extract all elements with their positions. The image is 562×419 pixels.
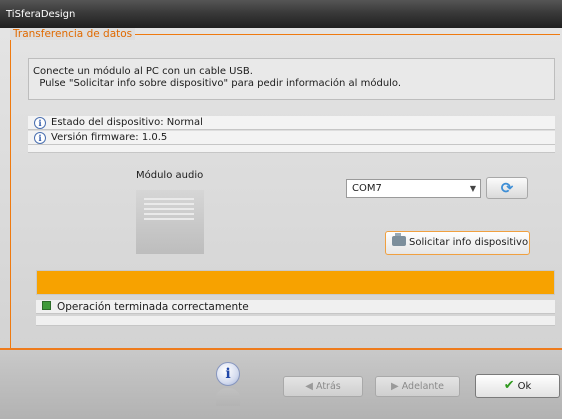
- status-row-empty: [36, 316, 555, 326]
- next-button[interactable]: ▶ Adelante: [375, 376, 460, 397]
- instructions-box: Conecte un módulo al PC con un cable USB…: [28, 58, 555, 100]
- refresh-icon: ⟳: [500, 179, 514, 197]
- instruction-line-2: Pulse "Solicitar info sobre dispositivo"…: [33, 78, 402, 89]
- info-icon: i: [34, 117, 46, 129]
- chevron-down-icon[interactable]: ▼: [470, 180, 476, 197]
- device-label: Módulo audio: [136, 170, 204, 181]
- status-ok-icon: [42, 301, 51, 310]
- help-button-reflection: [216, 388, 240, 406]
- ok-button[interactable]: ✔ Ok: [475, 374, 560, 398]
- help-info-button[interactable]: i: [216, 362, 240, 386]
- back-button-label: Atrás: [315, 381, 341, 392]
- firmware-text: Versión firmware: 1.0.5: [51, 132, 168, 143]
- arrow-right-icon: ▶: [391, 381, 399, 392]
- device-state-row: i Estado del dispositivo: Normal: [28, 116, 555, 130]
- bottom-toolbar: i ◀ Atrás ▶ Adelante ✔ Ok: [0, 348, 562, 419]
- device-state-text: Estado del dispositivo: Normal: [51, 117, 203, 128]
- request-device-info-button[interactable]: Solicitar info dispositivo: [385, 231, 530, 255]
- next-button-label: Adelante: [401, 381, 444, 392]
- back-button[interactable]: ◀ Atrás: [283, 376, 363, 397]
- device-icon: [392, 233, 406, 246]
- refresh-ports-button[interactable]: ⟳: [486, 177, 528, 199]
- status-text: Operación terminada correctamente: [57, 301, 249, 313]
- window-title: TiSferaDesign: [6, 9, 76, 20]
- title-bar: TiSferaDesign: [0, 0, 562, 28]
- firmware-row: i Versión firmware: 1.0.5: [28, 131, 555, 145]
- checkmark-icon: ✔: [503, 378, 515, 393]
- progress-fill: [37, 271, 554, 294]
- progress-bar: [36, 270, 555, 295]
- com-port-value: COM7: [352, 183, 382, 194]
- ok-button-label: Ok: [517, 381, 532, 392]
- info-row-empty: [28, 145, 555, 153]
- com-port-select[interactable]: COM7 ▼: [346, 179, 481, 198]
- request-device-info-label: Solicitar info dispositivo: [409, 237, 529, 248]
- arrow-left-icon: ◀: [305, 381, 313, 392]
- info-icon: i: [34, 132, 46, 144]
- group-title: Transferencia de datos: [10, 28, 136, 40]
- instruction-line-1: Conecte un módulo al PC con un cable USB…: [33, 66, 253, 77]
- status-row: Operación terminada correctamente: [36, 300, 555, 314]
- audio-module-image: [136, 190, 204, 254]
- info-icon: i: [225, 366, 231, 382]
